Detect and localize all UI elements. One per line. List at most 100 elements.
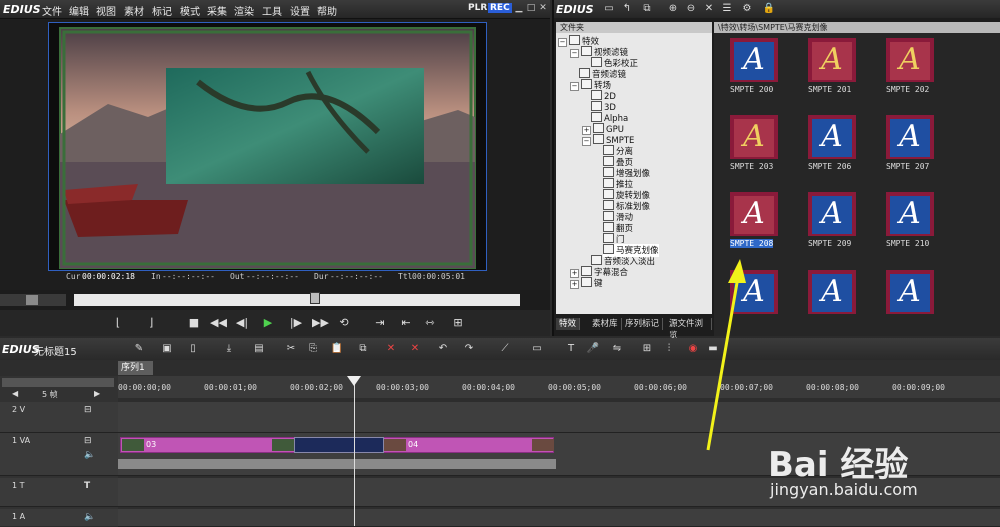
close-icon[interactable]: ✕ (538, 3, 548, 13)
mode-icon[interactable]: ✎ (132, 342, 146, 356)
properties-icon[interactable]: ☰ (720, 2, 734, 16)
view-icon[interactable]: ⧉ (640, 2, 654, 16)
audio-waveform[interactable] (118, 459, 556, 469)
record-icon[interactable]: ◉ (686, 342, 700, 356)
play-icon[interactable]: ▶ (260, 316, 276, 330)
collapse-icon[interactable]: − (570, 82, 579, 91)
new-sequence-icon[interactable]: ▣ (160, 342, 174, 356)
menu-help[interactable]: 帮助 (317, 3, 337, 18)
step-back-icon[interactable]: ◀| (234, 316, 250, 330)
ripple-delete-icon[interactable]: ✕ (408, 342, 422, 356)
set-out-icon[interactable]: ⌋ (143, 316, 159, 330)
effect-thumb-smpte-208[interactable]: A (730, 192, 778, 236)
track-slider[interactable] (2, 378, 114, 387)
position-slider[interactable] (74, 294, 520, 306)
output-icon[interactable]: ⇋ (610, 342, 624, 356)
open-icon[interactable]: ⤓ (222, 342, 236, 356)
timeline-ruler[interactable]: 00:00:00;00 00:00:01;00 00:00:02;00 00:0… (118, 376, 1000, 398)
menu-file[interactable]: 文件 (42, 3, 62, 18)
link-icon[interactable]: ⟋ (498, 342, 512, 356)
scrub-bar[interactable] (0, 290, 550, 310)
replace-icon[interactable]: ⧉ (356, 342, 370, 356)
speaker-icon[interactable]: 🔈 (84, 512, 95, 522)
copy-icon[interactable]: ⎘ (306, 342, 320, 356)
transition-clip[interactable] (294, 437, 384, 453)
expand-icon[interactable]: + (570, 280, 579, 289)
insert-icon[interactable]: ⇥ (372, 316, 388, 330)
lock-icon[interactable]: 🔒 (762, 2, 776, 16)
step-forward-icon[interactable]: |▶ (288, 316, 304, 330)
menu-mode[interactable]: 模式 (180, 3, 200, 18)
loop-icon[interactable]: ⟲ (336, 316, 352, 330)
menu-marker[interactable]: 标记 (152, 3, 172, 18)
effect-thumb[interactable]: A (886, 270, 934, 314)
effect-thumb[interactable]: A (808, 270, 856, 314)
title-track-icon[interactable]: T (84, 481, 90, 491)
menu-edit[interactable]: 编辑 (69, 3, 89, 18)
tab-sequence-1[interactable]: 序列1 (118, 361, 153, 375)
maximize-icon[interactable]: □ (526, 3, 536, 13)
paste-icon[interactable]: 📋 (330, 342, 344, 356)
effect-thumb-smpte-207[interactable]: A (886, 115, 934, 159)
collapse-icon[interactable]: − (558, 38, 567, 47)
delete-clip-icon[interactable]: ✕ (384, 342, 398, 356)
menu-view[interactable]: 视图 (96, 3, 116, 18)
undo-icon[interactable]: ↶ (436, 342, 450, 356)
overwrite-icon[interactable]: ⇤ (398, 316, 414, 330)
position-handle[interactable] (310, 292, 320, 304)
tab-effects[interactable]: 特效 (556, 318, 581, 330)
track-2v[interactable] (118, 402, 1000, 433)
zoom-out-icon[interactable]: ◀ (12, 389, 18, 398)
playhead[interactable] (347, 376, 361, 526)
settings-icon[interactable]: ⚙ (740, 2, 754, 16)
track-header-1va[interactable]: 1 VA ⊟ 🔈 (0, 433, 118, 476)
track-header-1t[interactable]: 1 T T (0, 478, 118, 507)
zoom-in-icon[interactable]: ▶ (94, 389, 100, 398)
tab-sequence-markers[interactable]: 序列标记 (622, 318, 664, 330)
stop-icon[interactable]: ■ (186, 316, 202, 330)
add-icon[interactable]: ⊕ (666, 2, 680, 16)
track-header-1a[interactable]: 1 A 🔈 (0, 509, 118, 526)
playhead-handle[interactable] (347, 376, 361, 386)
shuttle-handle[interactable] (26, 295, 38, 305)
fast-forward-icon[interactable]: ▶▶ (312, 316, 329, 330)
effect-thumb-smpte-200[interactable]: A (730, 38, 778, 82)
export-icon[interactable]: ⊞ (450, 316, 466, 330)
cut-icon[interactable]: ✂ (284, 342, 298, 356)
menu-capture[interactable]: 采集 (207, 3, 227, 18)
set-in-icon[interactable]: ⌊ (110, 316, 126, 330)
menu-render[interactable]: 渲染 (234, 3, 254, 18)
effect-thumb-smpte-209[interactable]: A (808, 192, 856, 236)
effect-thumb-smpte-202[interactable]: A (886, 38, 934, 82)
effect-thumb-smpte-201[interactable]: A (808, 38, 856, 82)
speaker-icon[interactable]: 🔈 (84, 450, 95, 460)
rec-mode-button[interactable]: REC (488, 3, 512, 13)
grid-icon[interactable]: ⊞ (640, 342, 654, 356)
effect-thumb-smpte-203[interactable]: A (730, 115, 778, 159)
folder-icon[interactable]: ▭ (602, 2, 616, 16)
menu-clip[interactable]: 素材 (124, 3, 144, 18)
group-icon[interactable]: ▭ (530, 342, 544, 356)
microphone-icon[interactable]: 🎤 (586, 342, 600, 356)
up-folder-icon[interactable]: ↰ (620, 2, 634, 16)
track-header-2v[interactable]: 2 V ⊟ (0, 402, 118, 433)
redo-icon[interactable]: ↷ (462, 342, 476, 356)
track-toggle-icon[interactable]: ⊟ (84, 405, 92, 415)
menu-tools[interactable]: 工具 (262, 3, 282, 18)
mixer-icon[interactable]: ⫶ (662, 342, 676, 356)
new-file-icon[interactable]: ▯ (186, 342, 200, 356)
plr-mode-button[interactable]: PLR (468, 3, 487, 13)
collapse-icon[interactable]: − (570, 49, 579, 58)
track-toggle-icon[interactable]: ⊟ (84, 436, 92, 446)
delete-icon[interactable]: ✕ (702, 2, 716, 16)
trim-icon[interactable]: ⇿ (422, 316, 438, 330)
save-icon[interactable]: ▤ (252, 342, 266, 356)
track-1a[interactable] (118, 509, 1000, 527)
collapse-icon[interactable]: − (582, 137, 591, 146)
tab-bin[interactable]: 素材库 (589, 318, 622, 330)
rewind-icon[interactable]: ◀◀ (210, 316, 227, 330)
remove-icon[interactable]: ⊖ (684, 2, 698, 16)
effect-thumb-smpte-206[interactable]: A (808, 115, 856, 159)
minimize-icon[interactable]: ▁ (514, 3, 524, 13)
effect-thumb-smpte-210[interactable]: A (886, 192, 934, 236)
